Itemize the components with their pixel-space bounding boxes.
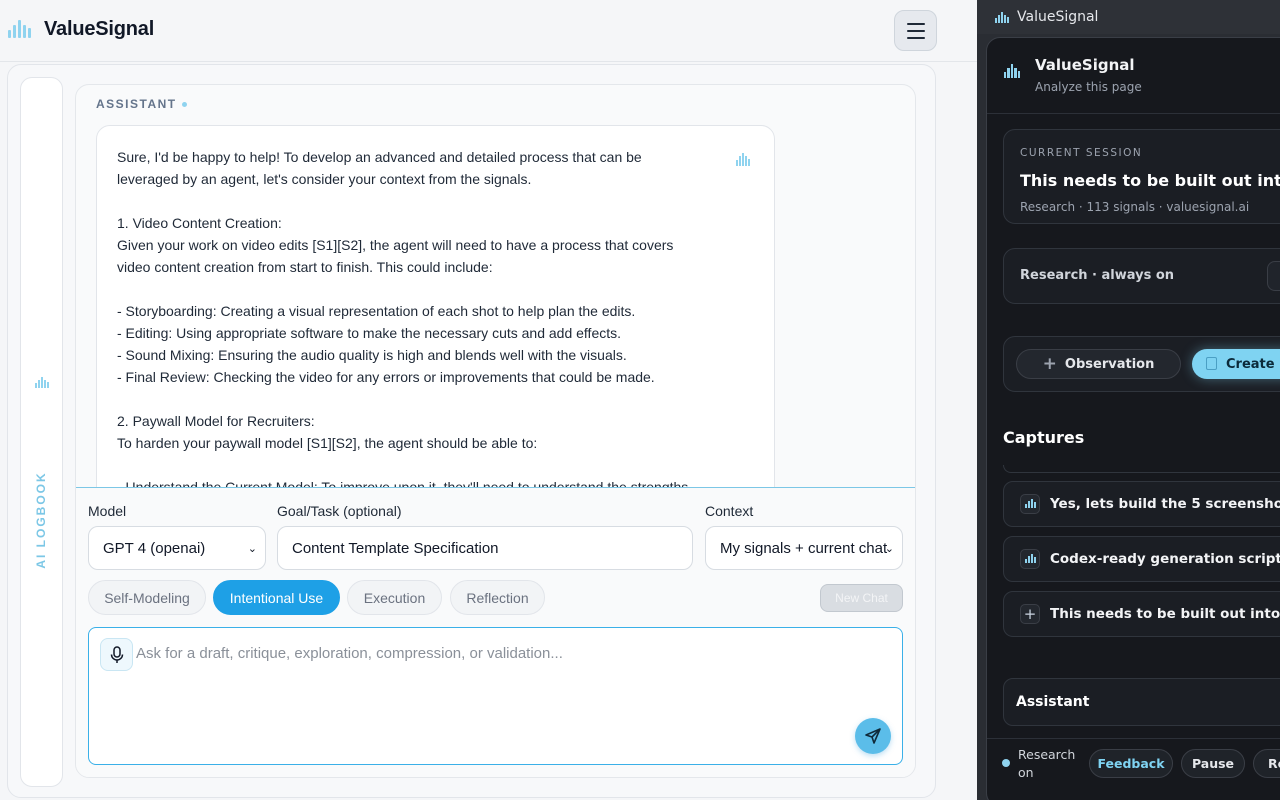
mode-reflection[interactable]: Reflection [450,580,545,615]
mode-intentional-use[interactable]: Intentional Use [213,580,340,615]
logbook-signal-icon [35,376,49,388]
assistant-panel: ASSISTANT Sure, I'd be happy to help! To… [75,84,916,778]
captures-heading: Captures [1003,428,1085,447]
mode-self-modeling[interactable]: Self-Modeling [88,580,206,615]
create-button[interactable]: Create [1192,349,1280,379]
context-value: My signals + current chat [720,539,888,557]
assistant-message: Sure, I'd be happy to help! To develop a… [96,125,775,505]
document-icon [1206,357,1217,370]
message-line: Given your work on video edits [S1][S2],… [117,237,674,253]
message-line [117,190,754,212]
send-icon[interactable] [855,718,891,754]
message-line: leveraged by an agent, let's consider yo… [117,171,532,187]
signal-icon [1020,494,1040,514]
message-line: To harden your paywall model [S1][S2], t… [117,435,538,451]
re-button[interactable]: Re [1253,749,1280,778]
session-meta: Research · 113 signals · valuesignal.ai [1020,200,1250,214]
top-bar: ValueSignal [0,0,977,62]
composer: Model GPT 4 (openai) ⌄ Goal/Task (option… [76,487,915,777]
model-value: GPT 4 (openai) [103,539,206,557]
sidebar-tab-title: ValueSignal [1017,9,1099,25]
assistant-heading: Assistant [1016,694,1090,710]
message-line: - Storyboarding: Creating a visual repre… [117,303,636,319]
extension-sidebar: ValueSignal ValueSignal Analyze this pag… [977,0,1280,800]
sidebar-title: ValueSignal [1035,56,1135,74]
mode-execution[interactable]: Execution [347,580,442,615]
capture-text: Codex-ready generation scriptS... [1050,551,1280,567]
sidebar-panel: ValueSignal Analyze this page CURRENT SE… [986,37,1280,800]
capture-item[interactable]: Yes, lets build the 5 screenshot s... [1003,481,1280,527]
status-dot [1002,759,1010,767]
sidebar-subtitle: Analyze this page [1035,80,1142,94]
logbook-label: AI LOGBOOK [34,471,48,569]
capture-item[interactable]: + This needs to be built out into a new [1003,591,1280,637]
brand[interactable]: ValueSignal [8,16,154,42]
goal-label: Goal/Task (optional) [277,503,402,519]
sidebar-footer: Research on Feedback Pause Re [987,738,1280,800]
model-select[interactable]: GPT 4 (openai) ⌄ [88,526,266,570]
hamburger-menu-icon[interactable] [894,10,937,51]
plus-icon: + [1020,604,1040,624]
message-line: - Editing: Using appropriate software to… [117,325,622,341]
ai-logbook-rail[interactable]: AI LOGBOOK [20,77,63,787]
feedback-button[interactable]: Feedback [1089,749,1173,778]
create-label: Create [1226,356,1275,372]
message-line [117,278,754,300]
message-body: Sure, I'd be happy to help! To develop a… [117,146,754,498]
prompt-textarea[interactable]: Ask for a draft, critique, exploration, … [88,627,903,765]
brand-name: ValueSignal [44,17,155,40]
research-mode-text: Research · always on [1020,268,1175,283]
message-line: 2. Paywall Model for Recruiters: [117,413,315,429]
sidebar-logo-icon [1004,64,1021,78]
capture-item-partial [1003,465,1280,473]
signal-icon [1020,549,1040,569]
assistant-status-dot [181,101,187,107]
session-title: This needs to be built out into a new [1020,171,1280,190]
tab-logo-icon [995,11,1009,23]
new-chat-button[interactable]: New Chat [820,584,903,612]
message-line: 1. Video Content Creation: [117,215,282,231]
goal-input[interactable]: Content Template Specification [277,526,693,570]
goal-value: Content Template Specification [292,539,499,557]
capture-text: Yes, lets build the 5 screenshot s... [1050,496,1280,512]
session-kicker: CURRENT SESSION [1020,147,1143,159]
message-signal-icon [736,152,752,166]
context-select[interactable]: My signals + current chat ⌄ [705,526,903,570]
prompt-placeholder: Ask for a draft, critique, exploration, … [136,645,563,662]
assistant-label-text: ASSISTANT [96,97,177,111]
brand-logo-icon [8,16,34,42]
message-line: - Sound Mixing: Ensuring the audio quali… [117,347,627,363]
research-toggle[interactable] [1267,261,1280,291]
chevron-down-icon: ⌄ [884,543,894,555]
message-line [117,454,754,476]
sidebar-tab-bar: ValueSignal [977,0,1280,34]
model-label: Model [88,503,127,519]
chevron-down-icon: ⌄ [247,543,257,555]
capture-item[interactable]: Codex-ready generation scriptS... [1003,536,1280,582]
observation-label: Observation [1064,356,1155,372]
main-app: ValueSignal AI LOGBOOK ASSISTANT Sure, I… [0,0,977,800]
research-mode-card: Research · always on [1003,248,1280,304]
message-line: - Final Review: Checking the video for a… [117,369,655,385]
assistant-section[interactable]: Assistant [1003,678,1280,726]
assistant-label: ASSISTANT [96,97,187,111]
capture-text: This needs to be built out into a new [1050,606,1280,622]
actions-card: + Observation Create [1003,336,1280,392]
context-label: Context [705,503,754,519]
current-session-card[interactable]: CURRENT SESSION This needs to be built o… [1003,129,1280,224]
add-observation-button[interactable]: + Observation [1016,349,1181,379]
plus-icon: + [1042,353,1057,374]
sidebar-header: ValueSignal Analyze this page [987,38,1280,114]
pause-button[interactable]: Pause [1181,749,1245,778]
message-line [117,388,754,410]
research-status: Research on [1018,747,1076,780]
message-line: video content creation from start to fin… [117,259,493,275]
message-line: Sure, I'd be happy to help! To develop a… [117,149,642,165]
microphone-icon[interactable] [100,638,133,671]
